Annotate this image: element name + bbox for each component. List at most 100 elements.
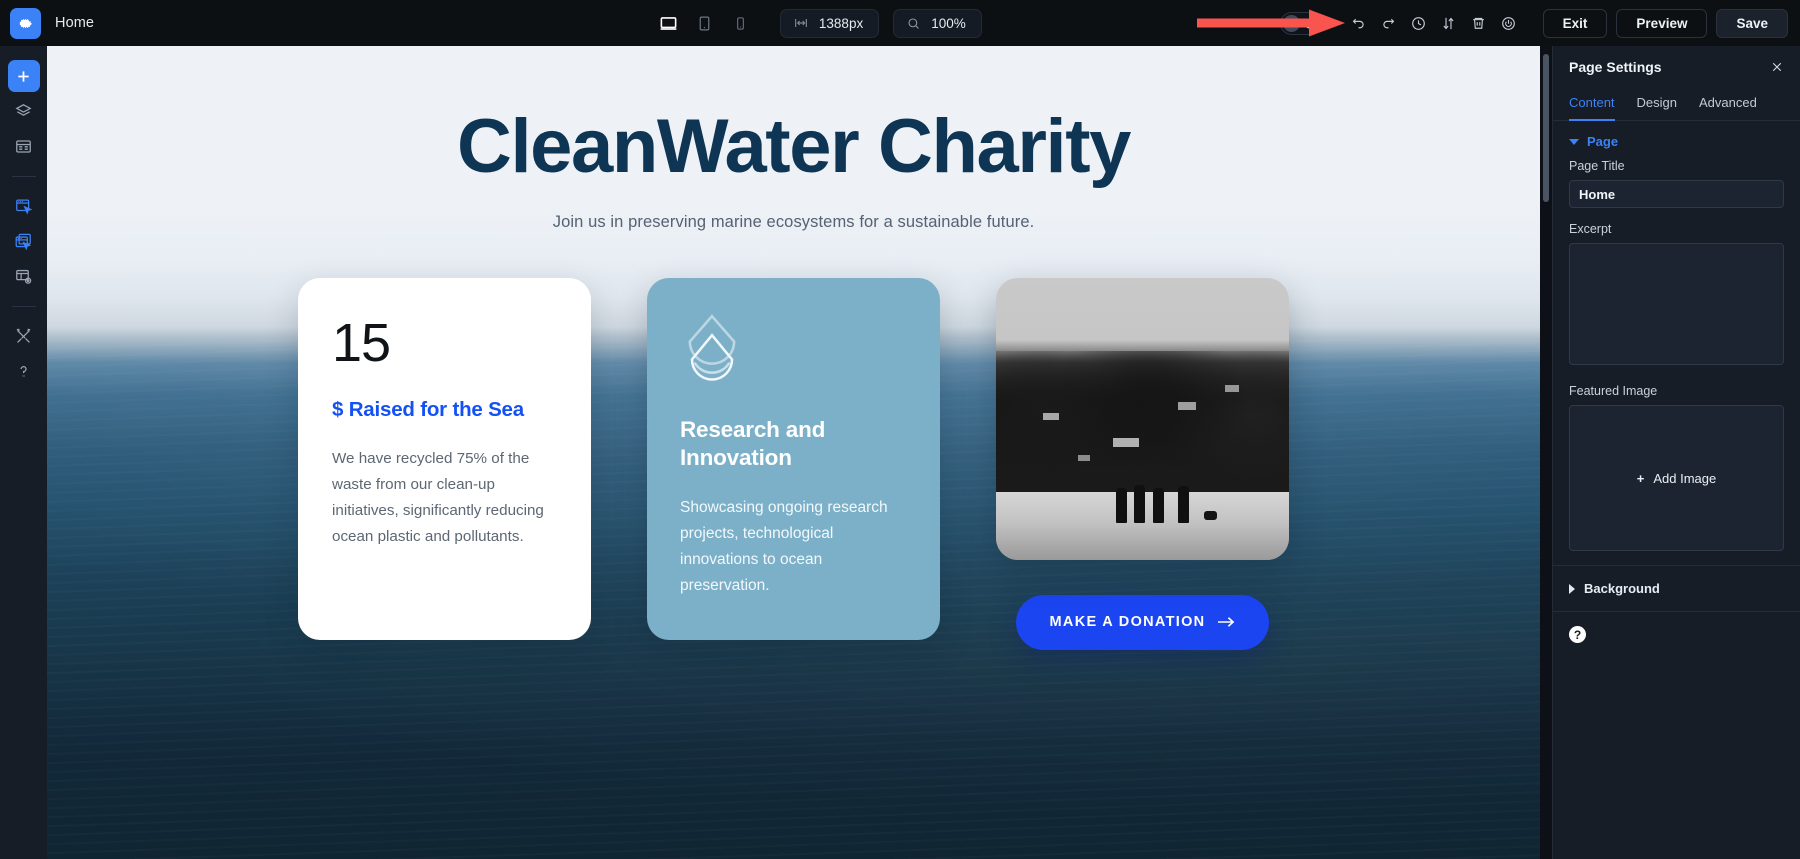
page-settings-panel: Page Settings Content Design Advanced Pa… [1552,46,1800,859]
make-donation-label: MAKE A DONATION [1049,614,1206,631]
preview-button[interactable]: Preview [1616,8,1708,38]
add-image-label: Add Image [1653,470,1717,486]
toolbar-right-group: Exit Preview Save [1279,8,1800,38]
make-donation-button[interactable]: MAKE A DONATION [1015,594,1270,650]
top-toolbar: Home 1388px 100% Exit Preview Save [0,0,1800,46]
window-cursor-icon [16,199,33,215]
section-page-header[interactable]: Page [1553,121,1800,159]
beach-figure [1152,487,1164,523]
tab-design[interactable]: Design [1637,89,1677,121]
chevron-down-icon [1569,138,1579,145]
list-structure-icon [16,139,31,153]
canvas-scrollbar[interactable] [1542,54,1550,851]
theme-toggle-knob [1282,14,1300,32]
add-image-dropzone[interactable]: + Add Image [1569,405,1784,551]
feature-card-body: Showcasing ongoing research projects, te… [680,498,888,594]
hero-subtitle: Join us in preserving marine ecosystems … [552,212,1035,231]
photo-card[interactable] [996,277,1289,560]
gear-icon[interactable] [10,7,41,39]
stat-card[interactable]: 15 $ Raised for the Sea We have recycled… [298,277,591,640]
clock-icon[interactable] [1404,8,1434,38]
page-title-field-group: Page Title [1553,159,1800,222]
panel-tabs: Content Design Advanced [1553,88,1800,121]
sidebar-item-help[interactable] [8,355,40,387]
canvas-width-value: 1388px [818,15,864,31]
tab-content[interactable]: Content [1569,89,1615,121]
app-root: Home 1388px 100% Exit Preview Save Clean… [0,0,1800,859]
beach-dog [1204,511,1218,521]
canvas-width-field[interactable]: 1388px [779,8,880,38]
sidebar-item-layers[interactable] [8,95,40,127]
wrench-screwdriver-icon [16,328,31,343]
beach-figure [1133,484,1145,523]
section-page-label: Page [1587,134,1619,149]
canvas-scrollbar-thumb[interactable] [1543,54,1549,202]
arrow-right-icon [1218,617,1235,627]
stat-card-title: $ Raised for the Sea [332,397,524,421]
close-icon[interactable] [1768,58,1786,76]
current-page-name: Home [55,15,95,31]
sidebar-item-add[interactable] [7,60,40,92]
moon-icon [1303,17,1316,30]
layers-icon [15,103,32,116]
water-drop-icon [680,312,744,390]
theme-toggle[interactable] [1279,11,1322,35]
chevron-right-icon [1569,583,1575,594]
save-button[interactable]: Save [1716,8,1788,38]
resize-horizontal-icon [795,19,807,27]
section-background-header[interactable]: Background [1553,566,1800,611]
page-canvas[interactable]: CleanWater Charity Join us in preserving… [47,46,1540,859]
sidebar-item-structure[interactable] [8,130,40,162]
gear-icon-glyph [19,18,32,28]
windows-cursor-icon [15,233,32,250]
exit-button[interactable]: Exit [1542,8,1608,38]
beach-figure [1116,487,1128,523]
hero-title: CleanWater Charity [456,104,1131,189]
excerpt-label: Excerpt [1569,222,1612,236]
editor-body: CleanWater Charity Join us in preserving… [0,46,1800,859]
photo-card-column: MAKE A DONATION [996,277,1289,650]
zoom-level-value: 100% [931,15,966,31]
stat-card-body: We have recycled 75% of the waste from o… [332,449,544,545]
feature-card[interactable]: Research and Innovation Showcasing ongoi… [647,277,940,640]
grid-settings-icon [16,269,32,284]
sort-arrows-icon[interactable] [1434,8,1464,38]
tablet-icon[interactable] [690,9,720,37]
question-circle-icon[interactable]: ? [1569,626,1586,643]
mobile-icon[interactable] [726,9,756,37]
plus-icon [18,70,29,82]
redo-icon[interactable] [1374,8,1404,38]
sidebar-item-dynamic-data[interactable] [8,260,40,292]
panel-title: Page Settings [1569,59,1662,75]
rail-divider-1 [11,176,36,177]
stat-number: 15 [332,312,391,373]
hero-section: CleanWater Charity Join us in preserving… [47,46,1540,232]
desktop-icon[interactable] [654,9,684,37]
excerpt-field-group: Excerpt [1553,222,1800,384]
tab-advanced[interactable]: Advanced [1699,89,1757,121]
device-preview-group [654,9,756,37]
magnifier-icon [908,17,920,29]
sidebar-item-tools[interactable] [8,320,40,352]
canvas-area: CleanWater Charity Join us in preserving… [47,46,1552,859]
page-title-label: Page Title [1569,159,1625,173]
toolbar-center-group: 1388px 100% [370,8,1280,38]
featured-image-label: Featured Image [1569,384,1658,398]
sidebar-item-page-select[interactable] [8,190,40,222]
featured-image-field-group: Featured Image + Add Image [1553,384,1800,565]
sidebar-item-template-select[interactable] [8,225,40,257]
panel-header: Page Settings [1553,46,1800,88]
hillside-silhouette [996,350,1289,498]
trash-icon[interactable] [1464,8,1494,38]
excerpt-textarea[interactable] [1569,243,1784,365]
section-background-label: Background [1584,581,1660,596]
undo-icon[interactable] [1344,8,1374,38]
panel-help-row: ? [1553,612,1800,657]
zoom-level-field[interactable]: 100% [893,8,982,38]
cards-row: 15 $ Raised for the Sea We have recycled… [47,277,1540,650]
page-title-input[interactable] [1569,180,1784,208]
beach-figure [1177,485,1189,523]
feature-card-title: Research and Innovation [680,416,826,471]
toolbar-left-group: Home [0,7,330,39]
power-icon[interactable] [1494,8,1524,38]
